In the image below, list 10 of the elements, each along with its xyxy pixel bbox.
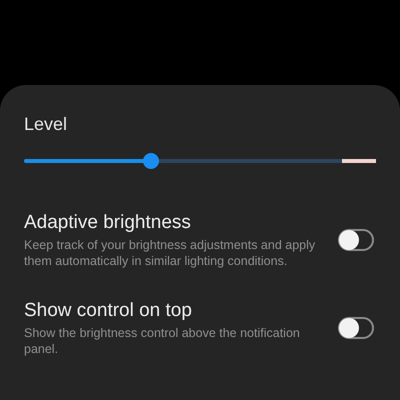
level-label: Level (24, 113, 68, 135)
toggle-switch[interactable] (338, 317, 374, 339)
setting-title: Adaptive brightness (24, 211, 192, 235)
setting-description: Keep track of your brightness adjustments and apply them automatically in similar lighting conditions. (24, 237, 316, 269)
slider-thumb[interactable] (142, 153, 159, 169)
toggle-switch[interactable] (338, 229, 374, 251)
brightness-slider[interactable] (24, 151, 376, 171)
setting-description: Show the brightness control above the notification panel. (24, 325, 301, 357)
slider-end-marker (342, 159, 376, 163)
setting-title: Show control on top (24, 299, 193, 323)
